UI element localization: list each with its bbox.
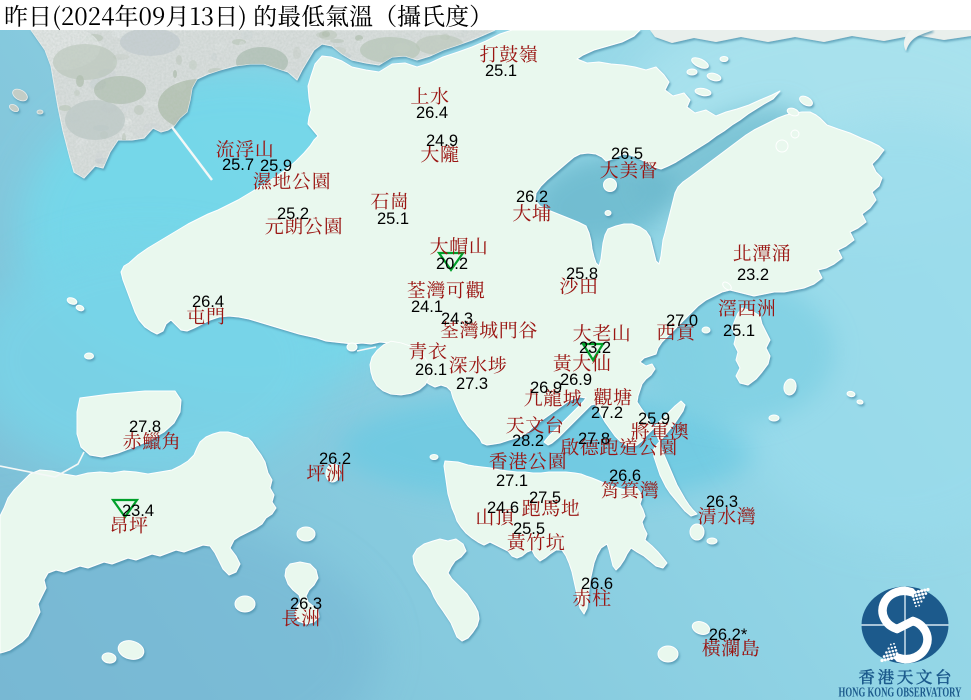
svg-text:北潭涌: 北潭涌 (733, 239, 792, 266)
svg-text:26.9: 26.9 (530, 379, 562, 397)
svg-text:25.5: 25.5 (513, 520, 545, 538)
svg-text:27.1: 27.1 (496, 472, 528, 490)
svg-text:香港天文台: 香港天文台 (859, 664, 952, 688)
svg-text:24.3: 24.3 (441, 310, 473, 328)
svg-text:20.2: 20.2 (436, 255, 468, 273)
svg-text:25.8: 25.8 (566, 265, 598, 283)
svg-text:27.2: 27.2 (591, 404, 623, 422)
svg-text:26.6: 26.6 (581, 575, 613, 593)
svg-text:25.1: 25.1 (485, 62, 517, 80)
svg-text:26.2: 26.2 (516, 188, 548, 206)
svg-text:青衣: 青衣 (408, 337, 447, 364)
svg-text:26.1: 26.1 (415, 361, 447, 379)
svg-text:HONG KONG OBSERVATORY: HONG KONG OBSERVATORY (839, 686, 962, 700)
svg-text:26.3: 26.3 (706, 493, 738, 511)
svg-text:26.2: 26.2 (319, 450, 351, 468)
svg-text:25.9: 25.9 (260, 157, 292, 175)
svg-text:23.4: 23.4 (122, 502, 154, 520)
svg-text:27.3: 27.3 (456, 375, 488, 393)
svg-text:27.8: 27.8 (129, 418, 161, 436)
svg-text:昨日(2024年09月13日) 的最低氣溫（攝氏度）: 昨日(2024年09月13日) 的最低氣溫（攝氏度） (4, 0, 493, 32)
svg-text:26.3: 26.3 (290, 595, 322, 613)
svg-text:25.1: 25.1 (723, 322, 755, 340)
svg-text:26.4: 26.4 (192, 293, 224, 311)
svg-text:25.2: 25.2 (277, 205, 309, 223)
svg-text:25.9: 25.9 (638, 410, 670, 428)
svg-text:滘西洲: 滘西洲 (718, 294, 777, 321)
svg-text:27.8: 27.8 (578, 430, 610, 448)
svg-text:24.6: 24.6 (487, 499, 519, 517)
svg-text:深水埗: 深水埗 (449, 351, 508, 378)
svg-text:26.5: 26.5 (611, 145, 643, 163)
svg-text:24.1: 24.1 (411, 298, 443, 316)
svg-text:24.9: 24.9 (426, 132, 458, 150)
svg-text:27.5: 27.5 (529, 489, 561, 507)
svg-text:25.7: 25.7 (222, 156, 254, 174)
svg-text:25.1: 25.1 (377, 210, 409, 228)
svg-text:26.2*: 26.2* (709, 626, 748, 644)
svg-text:26.4: 26.4 (416, 104, 448, 122)
svg-text:26.6: 26.6 (609, 467, 641, 485)
svg-text:27.0: 27.0 (666, 312, 698, 330)
svg-text:香港公園: 香港公園 (489, 447, 567, 474)
svg-text:23.2: 23.2 (737, 266, 769, 284)
